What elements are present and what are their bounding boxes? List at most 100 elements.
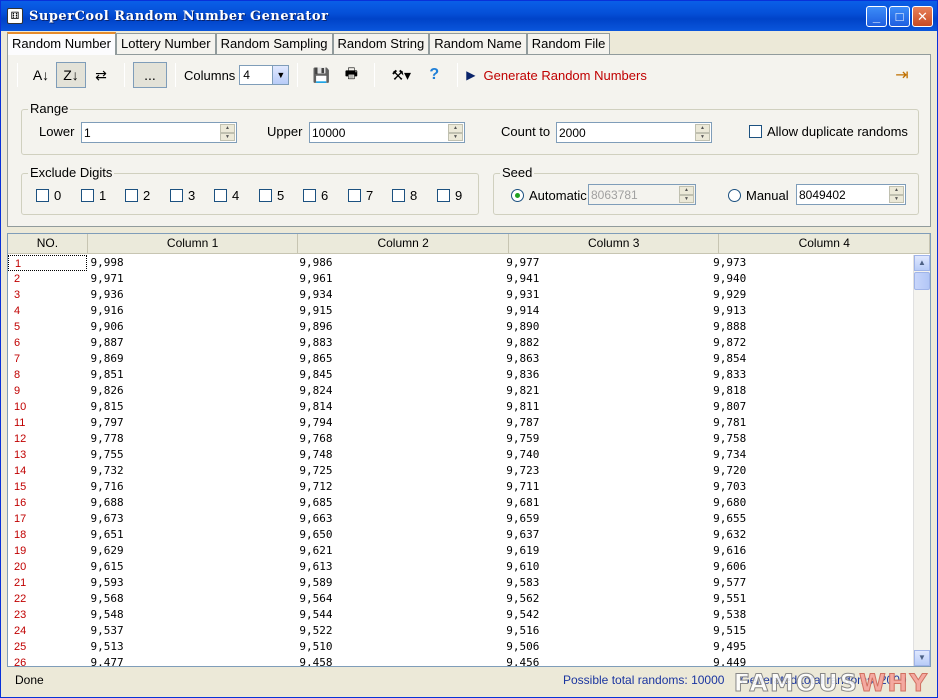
lower-input[interactable]: 1 ▲ ▼ xyxy=(81,122,237,143)
columns-select[interactable]: 4 ▼ xyxy=(239,65,290,85)
table-row[interactable]: 17 9,673 9,663 9,659 9,655 xyxy=(8,511,914,527)
table-row[interactable]: 8 9,851 9,845 9,836 9,833 xyxy=(8,367,914,383)
tab-random-string[interactable]: Random String xyxy=(332,33,430,54)
value-cell: 9,865 xyxy=(299,352,333,365)
generate-button[interactable]: ▶ Generate Random Numbers xyxy=(466,68,647,83)
tab-lottery-number[interactable]: Lottery Number xyxy=(116,33,216,54)
scroll-up-icon[interactable]: ▲ xyxy=(914,255,930,271)
spin-up-icon[interactable]: ▲ xyxy=(448,124,463,133)
row-number-cell: 26 xyxy=(14,657,27,667)
spin-down-icon[interactable]: ▼ xyxy=(695,132,710,141)
maximize-icon: □ xyxy=(895,9,904,24)
spin-down-icon[interactable]: ▼ xyxy=(448,132,463,141)
table-row[interactable]: 14 9,732 9,725 9,723 9,720 xyxy=(8,463,914,479)
header-column-4[interactable]: Column 4 xyxy=(719,234,930,253)
exclude-digit-2-checkbox[interactable]: 2 xyxy=(125,188,150,203)
value-cell: 9,583 xyxy=(506,576,540,589)
table-row[interactable]: 3 9,936 9,934 9,931 9,929 xyxy=(8,287,914,303)
range-title: Range xyxy=(28,101,71,116)
value-cell: 9,629 xyxy=(90,544,124,557)
count-input[interactable]: 2000 ▲ ▼ xyxy=(556,122,712,143)
table-row[interactable]: 24 9,537 9,522 9,516 9,515 xyxy=(8,623,914,639)
tab-random-name[interactable]: Random Name xyxy=(429,33,527,54)
close-icon: ✕ xyxy=(917,8,928,24)
header-column-1[interactable]: Column 1 xyxy=(88,234,299,253)
table-row[interactable]: 10 9,815 9,814 9,811 9,807 xyxy=(8,399,914,415)
more-options-button[interactable]: ... xyxy=(133,62,167,88)
scroll-thumb[interactable] xyxy=(914,272,930,290)
vertical-scrollbar[interactable]: ▲ ▼ xyxy=(913,255,930,666)
spin-down-icon[interactable]: ▼ xyxy=(889,194,904,203)
columns-label: Columns xyxy=(184,67,236,83)
value-cell: 9,787 xyxy=(506,416,540,429)
tab-random-file[interactable]: Random File xyxy=(526,33,611,54)
spin-down-icon[interactable]: ▼ xyxy=(220,132,235,141)
row-number-cell: 11 xyxy=(14,417,26,429)
table-row[interactable]: 16 9,688 9,685 9,681 9,680 xyxy=(8,495,914,511)
shuffle-icon[interactable]: ⇄ xyxy=(86,62,116,88)
exclude-digit-5-checkbox[interactable]: 5 xyxy=(259,188,284,203)
exclude-digit-1-checkbox[interactable]: 1 xyxy=(81,188,106,203)
tab-random-number[interactable]: Random Number xyxy=(7,32,116,55)
table-row[interactable]: 22 9,568 9,564 9,562 9,551 xyxy=(8,591,914,607)
value-cell: 9,961 xyxy=(299,272,333,285)
exclude-digit-9-checkbox[interactable]: 9 xyxy=(437,188,462,203)
table-row[interactable]: 18 9,651 9,650 9,637 9,632 xyxy=(8,527,914,543)
value-cell: 9,971 xyxy=(90,272,124,285)
digit-label: 0 xyxy=(54,188,62,203)
maximize-button[interactable]: □ xyxy=(889,6,910,27)
value-cell: 9,551 xyxy=(713,592,747,605)
table-row[interactable]: 20 9,615 9,613 9,610 9,606 xyxy=(8,559,914,575)
table-row[interactable]: 25 9,513 9,510 9,506 9,495 xyxy=(8,639,914,655)
table-row[interactable]: 2 9,971 9,961 9,941 9,940 xyxy=(8,271,914,287)
table-row[interactable]: 5 9,906 9,896 9,890 9,888 xyxy=(8,319,914,335)
tools-dropdown-icon[interactable]: ⚒▾ xyxy=(383,62,419,88)
upper-input[interactable]: 10000 ▲ ▼ xyxy=(309,122,465,143)
table-row[interactable]: 6 9,887 9,883 9,882 9,872 xyxy=(8,335,914,351)
header-no[interactable]: NO. xyxy=(8,234,88,253)
table-row[interactable]: 23 9,548 9,544 9,542 9,538 xyxy=(8,607,914,623)
title-bar[interactable]: ⚅ SuperCool Random Number Generator _ □ … xyxy=(1,1,937,31)
sort-descending-icon[interactable]: Z↓ xyxy=(56,62,86,88)
save-icon[interactable]: 💾 xyxy=(306,62,336,88)
help-icon[interactable]: ? xyxy=(419,62,449,88)
table-row[interactable]: 11 9,797 9,794 9,787 9,781 xyxy=(8,415,914,431)
table-row[interactable]: 1 9,998 9,986 9,977 9,973 xyxy=(8,255,914,271)
exclude-digit-4-checkbox[interactable]: 4 xyxy=(214,188,239,203)
table-row[interactable]: 15 9,716 9,712 9,711 9,703 xyxy=(8,479,914,495)
exclude-digit-6-checkbox[interactable]: 6 xyxy=(303,188,328,203)
table-row[interactable]: 13 9,755 9,748 9,740 9,734 xyxy=(8,447,914,463)
print-icon[interactable]: 🖶 xyxy=(336,62,366,88)
manual-seed-radio[interactable]: Manual xyxy=(728,188,789,203)
results-table[interactable]: NO. Column 1 Column 2 Column 3 Column 4 … xyxy=(7,233,931,667)
exclude-digit-7-checkbox[interactable]: 7 xyxy=(348,188,373,203)
header-column-3[interactable]: Column 3 xyxy=(509,234,720,253)
exclude-digit-3-checkbox[interactable]: 3 xyxy=(170,188,195,203)
seed-title: Seed xyxy=(500,165,535,180)
table-row[interactable]: 7 9,869 9,865 9,863 9,854 xyxy=(8,351,914,367)
scroll-down-icon[interactable]: ▼ xyxy=(914,650,930,666)
table-row[interactable]: 12 9,778 9,768 9,759 9,758 xyxy=(8,431,914,447)
manual-seed-input[interactable]: 8049402 ▲ ▼ xyxy=(796,184,906,205)
tab-random-sampling[interactable]: Random Sampling xyxy=(215,33,333,54)
minimize-button[interactable]: _ xyxy=(866,6,887,27)
exclude-digits-title: Exclude Digits xyxy=(28,165,115,180)
main-window: ⚅ SuperCool Random Number Generator _ □ … xyxy=(0,0,938,698)
table-row[interactable]: 9 9,826 9,824 9,821 9,818 xyxy=(8,383,914,399)
exclude-digit-0-checkbox[interactable]: 0 xyxy=(36,188,61,203)
automatic-seed-radio[interactable]: Automatic xyxy=(511,188,587,203)
spin-up-icon[interactable]: ▲ xyxy=(889,186,904,195)
table-row[interactable]: 19 9,629 9,621 9,619 9,616 xyxy=(8,543,914,559)
sort-ascending-icon[interactable]: A↓ xyxy=(26,62,56,88)
exclude-digit-8-checkbox[interactable]: 8 xyxy=(392,188,417,203)
header-column-2[interactable]: Column 2 xyxy=(298,234,509,253)
spin-up-icon[interactable]: ▲ xyxy=(220,124,235,133)
spin-up-icon[interactable]: ▲ xyxy=(695,124,710,133)
table-row[interactable]: 26 9,477 9,458 9,456 9,449 xyxy=(8,655,914,667)
value-cell: 9,711 xyxy=(506,480,540,493)
exit-icon[interactable]: ⇥ xyxy=(887,62,917,88)
table-row[interactable]: 21 9,593 9,589 9,583 9,577 xyxy=(8,575,914,591)
table-row[interactable]: 4 9,916 9,915 9,914 9,913 xyxy=(8,303,914,319)
allow-duplicate-checkbox[interactable]: Allow duplicate randoms xyxy=(749,124,908,139)
close-button[interactable]: ✕ xyxy=(912,6,933,27)
